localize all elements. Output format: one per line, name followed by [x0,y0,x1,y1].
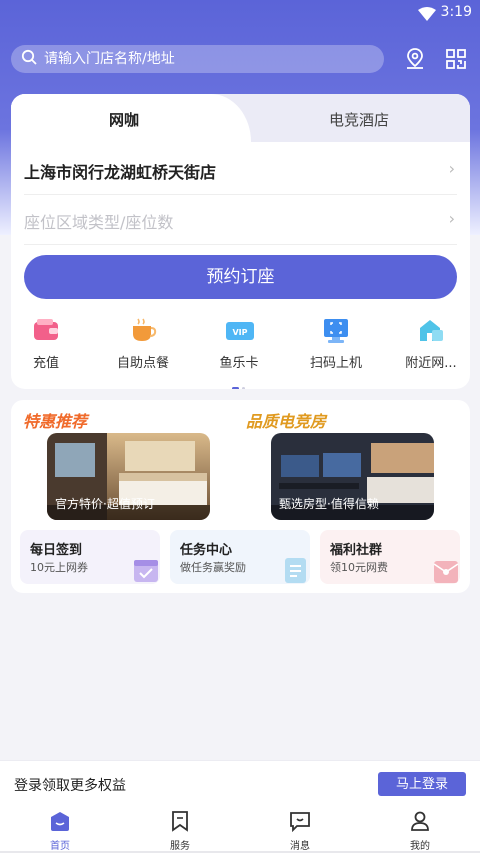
quick-action-scan-login[interactable]: 扫码上机 [301,316,371,376]
promo-card-esports-room[interactable]: 甄选房型·值得信赖 [271,433,434,520]
page-indicator [232,375,245,389]
search-bar[interactable] [11,45,384,73]
promo-title-left: 特惠推荐 [23,412,88,431]
promo-caption-right: 甄选房型·值得信赖 [279,497,379,511]
tab-services[interactable]: 服务 [150,810,210,852]
seat-placeholder: 座位区域类型/座位数 [24,213,174,232]
tab-internet-cafe[interactable]: 网咖 [11,94,251,142]
store-selector[interactable]: 上海市闵行龙湖虹桥天街店 › [24,145,457,195]
qr-grid-icon[interactable] [444,47,468,71]
status-time: 3:19 [440,4,472,20]
tile-welfare-group[interactable]: 福利社群 领10元网费 [320,530,460,584]
tab-profile[interactable]: 我的 [390,810,450,852]
book-seat-button[interactable]: 预约订座 [24,255,457,299]
quick-action-vip-card[interactable]: VIP 鱼乐卡 [204,316,274,376]
nearby-building-icon [417,316,445,344]
search-input[interactable] [44,51,364,67]
login-button[interactable]: 马上登录 [378,772,466,796]
svg-text:VIP: VIP [232,328,247,337]
chevron-right-icon: › [448,209,455,228]
chevron-right-icon: › [448,159,455,178]
tab-messages[interactable]: 消息 [270,810,330,852]
login-prompt-bar: 登录领取更多权益 马上登录 [0,760,480,806]
wallet-icon [32,316,60,344]
promotions-section: 特惠推荐 品质电竞房 官方特价·超值预订 甄选房型·值得信赖 每日签到 10元上 [11,400,470,593]
bottom-tab-bar: 首页 服务 消息 我的 [0,806,480,853]
promo-caption-left: 官方特价·超值预订 [55,497,155,511]
tab-esports-hotel[interactable]: 电竞酒店 [251,94,470,142]
red-envelope-icon [432,556,460,584]
login-prompt-text: 登录领取更多权益 [14,778,126,794]
wifi-icon [418,6,436,25]
vip-card-icon: VIP [225,316,254,344]
message-icon [289,812,311,836]
home-icon [49,812,71,836]
calendar-check-icon [132,556,160,584]
location-pin-icon[interactable] [403,47,427,71]
quick-action-self-order[interactable]: 自助点餐 [108,316,178,376]
scan-monitor-icon [322,316,350,344]
quick-action-nearby[interactable]: 附近网... [396,316,466,376]
store-name: 上海市闵行龙湖虹桥天街店 [24,163,217,182]
seat-selector[interactable]: 座位区域类型/座位数 › [24,195,457,245]
venue-tabs: 网咖 电竞酒店 [11,94,470,142]
search-icon [21,49,37,69]
promo-title-right: 品质电竞房 [246,412,327,431]
quick-action-recharge[interactable]: 充值 [11,316,81,376]
promo-card-hotel[interactable]: 官方特价·超值预订 [47,433,210,520]
user-icon [409,811,431,836]
tile-task-center[interactable]: 任务中心 做任务赢奖励 [170,530,310,584]
status-bar: 3:19 [0,0,480,26]
tab-home[interactable]: 首页 [30,810,90,852]
tile-daily-checkin[interactable]: 每日签到 10元上网券 [20,530,160,584]
booking-card: 网咖 电竞酒店 上海市闵行龙湖虹桥天街店 › 座位区域类型/座位数 › 预约订座… [11,94,470,389]
bookmark-icon [169,811,191,836]
task-list-icon [282,556,310,584]
coffee-cup-icon [129,316,157,344]
